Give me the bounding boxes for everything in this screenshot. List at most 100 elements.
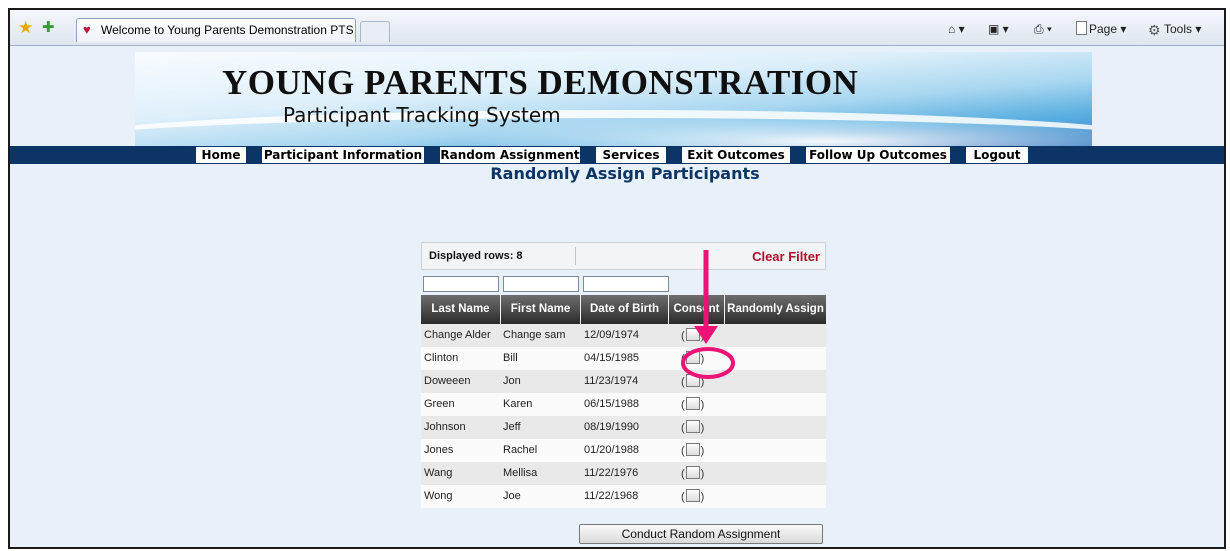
col-randomly-assign[interactable]: Randomly Assign <box>725 295 826 324</box>
tab-title: Welcome to Young Parents Demonstration P… <box>101 23 354 37</box>
table-row: Doweeen Jon 11/23/1974 () <box>421 370 826 393</box>
grid-info-bar: Displayed rows: 8 Clear Filter <box>421 242 826 270</box>
page-icon <box>1076 21 1087 35</box>
cell-first-name: Karen <box>503 398 533 410</box>
cell-last-name: Wong <box>424 490 453 502</box>
cell-last-name: Jones <box>424 444 454 456</box>
gear-icon: ⚙ <box>1148 22 1161 38</box>
cell-dob: 08/19/1990 <box>584 421 640 433</box>
paren-open: ( <box>681 491 685 503</box>
paren-open: ( <box>681 422 685 434</box>
favorites-star-icon[interactable]: ★ <box>18 19 33 37</box>
cell-dob: 11/23/1974 <box>584 375 639 387</box>
col-last-name[interactable]: Last Name <box>421 295 501 324</box>
page-menu-label: Page ▾ <box>1089 22 1127 36</box>
nav-exit-outcomes[interactable]: Exit Outcomes <box>682 147 790 163</box>
paren-close: ) <box>700 399 705 411</box>
consent-checkbox[interactable] <box>685 328 700 341</box>
consent-checkbox[interactable] <box>685 466 700 479</box>
new-tab-button[interactable] <box>360 21 390 42</box>
info-divider <box>575 247 576 265</box>
cell-last-name: Doweeen <box>424 375 471 387</box>
cell-first-name: Mellisa <box>503 467 538 479</box>
cell-dob: 06/15/1988 <box>584 398 640 410</box>
site-banner: YOUNG PARENTS DEMONSTRATION Participant … <box>135 52 1092 146</box>
cell-last-name: Change Alder <box>424 329 491 341</box>
cell-dob: 11/22/1976 <box>584 467 639 479</box>
add-favorites-icon[interactable]: ✚ <box>42 19 55 37</box>
consent-control: () <box>681 351 704 367</box>
paren-open: ( <box>681 330 685 342</box>
tools-menu-button[interactable]: ⚙ Tools ▾ <box>1148 21 1202 38</box>
consent-control: () <box>681 489 704 505</box>
table-row: Wong Joe 11/22/1968 () <box>421 485 826 508</box>
paren-close: ) <box>700 445 705 457</box>
table-row: Green Karen 06/15/1988 () <box>421 393 826 416</box>
page-title: Randomly Assign Participants <box>490 164 760 183</box>
browser-tab[interactable]: ♥ Welcome to Young Parents Demonstration… <box>76 18 356 42</box>
nav-random-assignment[interactable]: Random Assignment <box>440 147 580 163</box>
consent-checkbox[interactable] <box>685 420 700 433</box>
cell-last-name: Wang <box>424 467 453 479</box>
paren-open: ( <box>681 445 685 457</box>
consent-checkbox[interactable] <box>685 351 700 364</box>
tools-menu-label: Tools ▾ <box>1164 22 1202 36</box>
nav-participant-information[interactable]: Participant Information <box>262 147 424 163</box>
nav-home[interactable]: Home <box>196 147 246 163</box>
cell-first-name: Change sam <box>503 329 566 341</box>
cell-first-name: Bill <box>503 352 518 364</box>
cell-first-name: Joe <box>503 490 521 502</box>
cell-last-name: Johnson <box>424 421 466 433</box>
cell-last-name: Green <box>424 398 455 410</box>
col-first-name[interactable]: First Name <box>501 295 581 324</box>
table-row: Clinton Bill 04/15/1985 () <box>421 347 826 370</box>
table-row: Jones Rachel 01/20/1988 () <box>421 439 826 462</box>
paren-close: ) <box>700 353 705 365</box>
consent-checkbox[interactable] <box>685 489 700 502</box>
banner-title: YOUNG PARENTS DEMONSTRATION <box>222 63 859 102</box>
consent-control: () <box>681 374 704 390</box>
cell-dob: 04/15/1985 <box>584 352 640 364</box>
grid-header: Last Name First Name Date of Birth Conse… <box>421 295 826 324</box>
feeds-icon[interactable]: ▣ ▾ <box>988 21 1009 37</box>
home-icon[interactable]: ⌂ ▾ <box>948 21 965 37</box>
consent-control: () <box>681 420 704 436</box>
paren-close: ) <box>700 491 705 503</box>
col-consent[interactable]: Consent <box>669 295 725 324</box>
conduct-random-assignment-button[interactable]: Conduct Random Assignment <box>579 524 823 544</box>
cell-dob: 11/22/1968 <box>584 490 639 502</box>
cell-dob: 12/09/1974 <box>584 329 640 341</box>
banner-subtitle: Participant Tracking System <box>283 103 561 127</box>
paren-close: ) <box>700 422 705 434</box>
page-menu-button[interactable]: Page ▾ <box>1076 21 1126 37</box>
col-date-of-birth[interactable]: Date of Birth <box>581 295 669 324</box>
paren-open: ( <box>681 353 685 365</box>
cell-first-name: Jeff <box>503 421 521 433</box>
cell-dob: 01/20/1988 <box>584 444 640 456</box>
consent-checkbox[interactable] <box>685 443 700 456</box>
consent-control: () <box>681 466 704 482</box>
dob-filter-input[interactable] <box>583 276 669 292</box>
table-row: Johnson Jeff 08/19/1990 () <box>421 416 826 439</box>
table-row: Wang Mellisa 11/22/1976 () <box>421 462 826 485</box>
paren-close: ) <box>700 376 705 388</box>
consent-checkbox[interactable] <box>685 374 700 387</box>
paren-open: ( <box>681 376 685 388</box>
consent-control: () <box>681 443 704 459</box>
first-name-filter-input[interactable] <box>503 276 579 292</box>
last-name-filter-input[interactable] <box>423 276 499 292</box>
nav-follow-up-outcomes[interactable]: Follow Up Outcomes <box>806 147 950 163</box>
clear-filter-link[interactable]: Clear Filter <box>752 249 820 264</box>
site-favicon-icon: ♥ <box>83 22 91 37</box>
print-icon[interactable]: ⎙ ▾ <box>1034 21 1052 37</box>
page-content: YOUNG PARENTS DEMONSTRATION Participant … <box>10 46 1224 547</box>
browser-window: ★ ✚ ♥ Welcome to Young Parents Demonstra… <box>8 8 1226 549</box>
browser-toolbar: ★ ✚ ♥ Welcome to Young Parents Demonstra… <box>10 10 1224 46</box>
table-row: Change Alder Change sam 12/09/1974 () <box>421 324 826 347</box>
cell-first-name: Jon <box>503 375 521 387</box>
nav-services[interactable]: Services <box>596 147 666 163</box>
displayed-rows-count: Displayed rows: 8 <box>429 250 523 262</box>
nav-logout[interactable]: Logout <box>966 147 1028 163</box>
consent-checkbox[interactable] <box>685 397 700 410</box>
main-nav: Home Participant Information Random Assi… <box>10 146 1224 164</box>
